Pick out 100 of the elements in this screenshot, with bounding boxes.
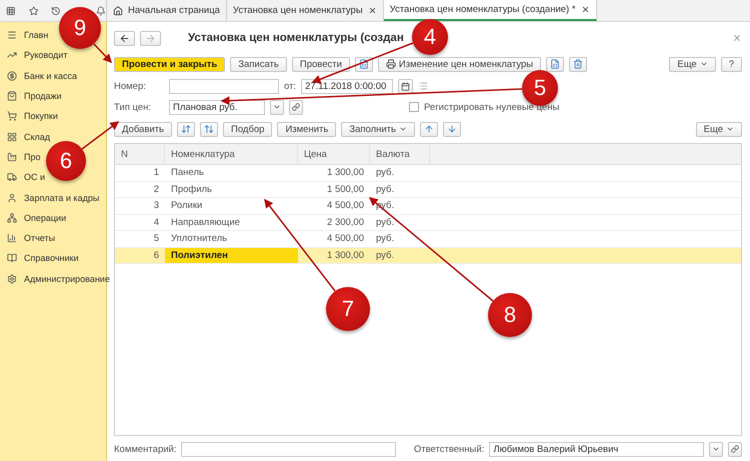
sidebar-item[interactable]: Про — [0, 146, 42, 168]
sidebar-item[interactable]: Продажи — [0, 86, 64, 106]
trash-icon — [573, 59, 584, 69]
toolbar-button[interactable]: Подбор — [223, 122, 272, 136]
caret-icon — [273, 103, 281, 111]
sort-button[interactable] — [177, 122, 195, 136]
spreadsheet-button[interactable] — [546, 56, 564, 72]
column-header[interactable]: Цена — [298, 144, 370, 164]
number-field[interactable] — [169, 78, 279, 94]
field-label: от: — [284, 80, 296, 92]
menu-button[interactable]: Еще — [696, 122, 742, 136]
date-field[interactable]: 27.11.2018 0:00:00 — [301, 78, 394, 94]
down-arrow-icon — [446, 124, 457, 134]
table-row[interactable]: 6 Полиэтилен 1 300,00 руб. — [115, 248, 741, 264]
column-header[interactable]: N — [115, 144, 165, 164]
down-arrow-button[interactable] — [442, 122, 461, 136]
column-header[interactable]: Валюта — [370, 144, 430, 164]
callout-number: 7 — [326, 287, 370, 331]
callout-number: 5 — [522, 70, 558, 106]
bar-chart-icon — [7, 233, 17, 244]
toolbar-button[interactable]: Провести — [292, 56, 350, 72]
table-cell-text: 1 — [152, 166, 160, 180]
tab[interactable]: Установка цен номенклатуры (создание) * — [384, 0, 597, 21]
close-icon — [732, 33, 742, 43]
cart-icon — [7, 111, 17, 122]
toolbar-button[interactable]: ? — [720, 56, 742, 72]
link-icon — [730, 445, 739, 453]
table-row[interactable]: 2 Профиль 1 500,00 руб. — [115, 182, 741, 198]
menu-icon — [7, 30, 17, 40]
table-cell-text: 4 500,00 — [326, 199, 365, 214]
table-row[interactable]: 5 Уплотнитель 4 500,00 руб. — [115, 231, 741, 248]
star-icon — [28, 4, 38, 16]
menu-button[interactable]: Еще — [669, 56, 716, 72]
link-icon — [292, 103, 300, 111]
comment-field[interactable] — [181, 442, 396, 456]
sidebar-item[interactable]: Операции — [0, 208, 68, 228]
sort-button[interactable] — [200, 122, 218, 136]
calendar-icon — [401, 82, 410, 90]
sidebar-item[interactable]: Справочники — [0, 248, 81, 269]
bag-icon — [7, 91, 17, 102]
table-row[interactable]: 1 Панель 1 300,00 руб. — [115, 165, 741, 182]
table-icon — [358, 59, 369, 69]
dropdown-button[interactable] — [708, 442, 723, 456]
grid-icon — [7, 132, 17, 142]
sidebar-item[interactable]: Отчеты — [0, 228, 58, 248]
calendar-button[interactable] — [398, 78, 414, 94]
home-icon — [113, 6, 123, 16]
open-link-button[interactable] — [289, 100, 303, 114]
up-arrow-button[interactable] — [420, 122, 438, 136]
caret-icon — [712, 445, 720, 453]
column-header[interactable]: Номенклатура — [165, 144, 298, 164]
table-cell-text: Ролики — [170, 199, 204, 214]
table-cell-text: руб. — [375, 248, 396, 263]
caret-icon — [700, 60, 708, 68]
price-type-field[interactable]: Плановая руб. — [169, 100, 265, 114]
sidebar-item[interactable]: Покупки — [0, 106, 60, 126]
close-icon — [580, 5, 590, 14]
open-link-button[interactable] — [728, 442, 742, 456]
spreadsheet-icon — [550, 59, 560, 69]
table-cell-text: Профиль — [170, 182, 214, 197]
field-label: Ответственный: — [414, 444, 484, 454]
table-cell-text: 4 500,00 — [326, 232, 365, 246]
toolbar-button[interactable]: Добавить — [114, 122, 172, 136]
table-cell-text: Уплотнитель — [170, 232, 228, 246]
table-cell-text: 6 — [152, 248, 160, 263]
list-icon — [418, 81, 428, 91]
dropdown-button[interactable] — [270, 100, 284, 114]
truck-icon — [7, 172, 17, 182]
table-cell-text: 3 — [152, 199, 160, 214]
sidebar-item[interactable]: ОС и — [0, 167, 48, 188]
printer-icon — [386, 59, 396, 69]
print-button[interactable]: Изменение цен номенклатуры — [378, 56, 542, 72]
up-arrow-icon — [424, 124, 434, 134]
checkbox[interactable] — [409, 102, 419, 112]
table-row[interactable]: 4 Направляющие 2 300,00 руб. — [115, 214, 741, 231]
responsible-field[interactable]: Любимов Валерий Юрьевич — [489, 442, 704, 456]
menu-button[interactable]: Заполнить — [341, 122, 415, 136]
back-button[interactable] — [114, 30, 135, 46]
sidebar-item[interactable]: Главн — [0, 25, 50, 46]
trash-button[interactable] — [569, 56, 588, 72]
caret-icon — [398, 125, 407, 133]
annotation-arrow — [93, 43, 112, 64]
sidebar-item[interactable]: Зарплата и кадры — [0, 187, 102, 208]
right-arrow-icon — [145, 32, 156, 44]
sidebar-item[interactable]: Банк и касса — [0, 66, 79, 86]
trend-icon — [7, 50, 17, 60]
table-cell-text: Панель — [170, 166, 205, 180]
bell-icon — [96, 4, 106, 16]
annotation-arrow — [82, 121, 120, 150]
table-cell-text: 1 300,00 — [326, 166, 365, 180]
caret-icon — [726, 125, 734, 133]
post-and-close-button[interactable]: Провести и закрыть — [114, 56, 226, 72]
toolbar-button[interactable]: Записать — [230, 56, 287, 72]
toolbar-button[interactable]: Изменить — [277, 122, 336, 136]
sort-icon — [181, 124, 191, 134]
person-icon — [7, 192, 17, 203]
sidebar-item[interactable]: Администрирование — [0, 268, 112, 289]
apps-icon — [6, 4, 16, 16]
callout-number: 4 — [412, 19, 448, 55]
table-cell-text: Направляющие — [170, 216, 241, 230]
